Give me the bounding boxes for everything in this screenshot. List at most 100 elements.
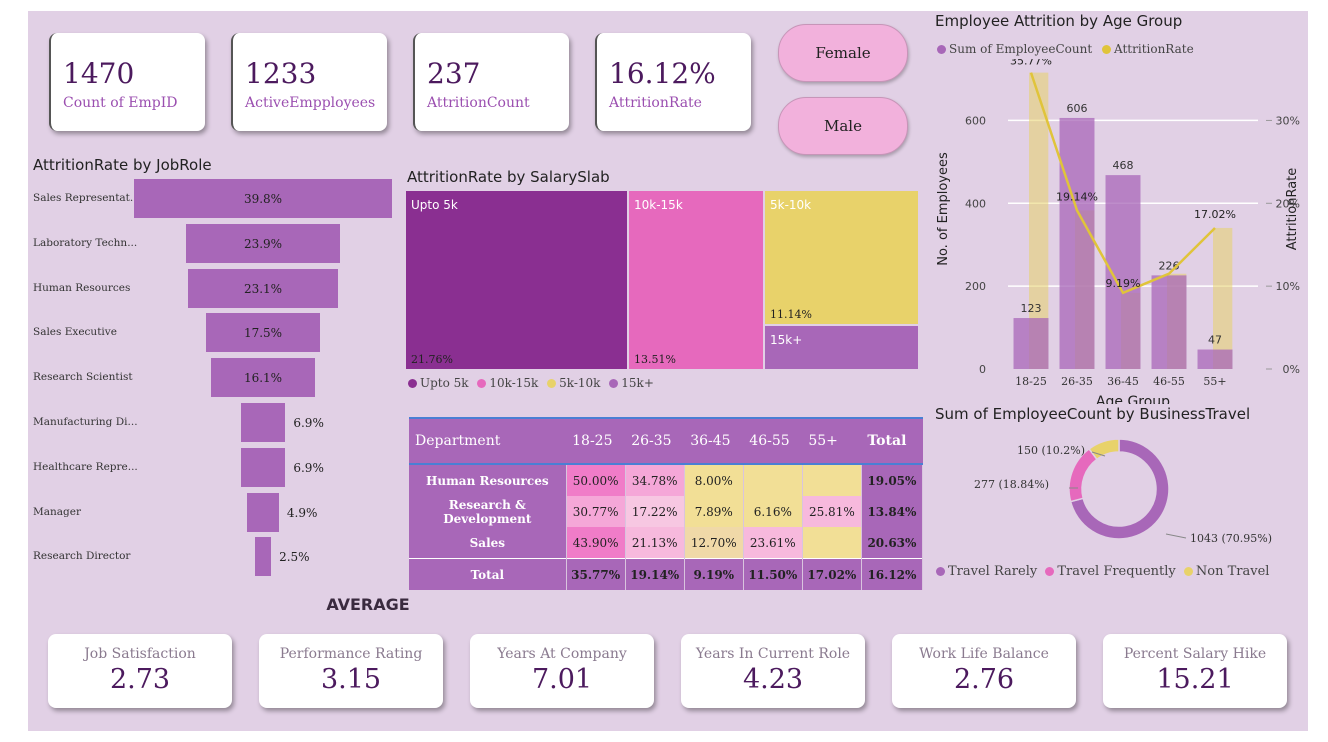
matrix-cell: 43.90%	[566, 527, 626, 559]
x-tick-label: 26-35	[1061, 375, 1093, 388]
treemap-tile-10k-15k[interactable]: 10k-15k 13.51%	[629, 191, 763, 369]
matrix-column-header[interactable]: 55+	[802, 417, 862, 465]
treemap-tile-15k-plus[interactable]: 15k+	[765, 326, 918, 369]
matrix-row-header: Total	[409, 558, 567, 590]
legend-item[interactable]: 5k-10k	[547, 376, 600, 390]
avg-label: Years At Company	[497, 646, 627, 662]
donut-data-label: 277 (18.84%)	[974, 478, 1049, 491]
avg-value: 15.21	[1156, 664, 1234, 695]
y-axis-title: No. of Employees	[936, 152, 951, 266]
employee-count-bar	[1059, 117, 1095, 369]
funnel-category-label: Research Director	[33, 550, 131, 563]
funnel-bar[interactable]	[240, 447, 286, 487]
matrix-row: Sales 43.90% 21.13% 12.70% 23.61% 20.63%	[409, 527, 924, 559]
matrix-cell: 12.70%	[684, 527, 744, 559]
kpi-value: 1233	[245, 57, 317, 90]
funnel-value-label: 16.1%	[243, 371, 283, 386]
x-axis-title: Age Group	[1096, 394, 1170, 404]
legend-label: 5k-10k	[559, 376, 601, 390]
x-tick-label: 36-45	[1107, 375, 1139, 388]
funnel-category-label: Laboratory Techn...	[33, 236, 138, 249]
legend-dot-icon	[1045, 567, 1055, 576]
legend-dot-icon	[937, 45, 946, 54]
attrition-rate-bar	[1213, 227, 1233, 369]
donut-leader-line	[1165, 533, 1187, 539]
avg-label: Years In Current Role	[695, 646, 851, 662]
treemap-tile-5k-10k[interactable]: 5k-10k 11.14%	[765, 191, 918, 324]
department-age-matrix: Department 18-25 26-35 36-45 46-55 55+ T…	[409, 417, 924, 590]
funnel-bar[interactable]	[240, 403, 286, 442]
funnel-value-label: 6.9%	[293, 460, 324, 475]
avg-card-years-at-company: Years At Company 7.01	[470, 634, 654, 708]
attrition-rate-label: 35.77%	[1010, 59, 1052, 68]
matrix-row-total: 13.84%	[861, 496, 924, 527]
businesstravel-legend: Travel Rarely Travel Frequently Non Trav…	[936, 564, 1269, 579]
y-tick-label: 600	[965, 114, 986, 127]
salaryslab-treemap: Upto 5k 21.76% 10k-15k 13.51% 5k-10k 11.…	[406, 191, 918, 369]
legend-item[interactable]: Non Travel	[1183, 564, 1269, 579]
legend-item[interactable]: Travel Rarely	[936, 564, 1037, 579]
y2-tick-label: 0%	[1283, 363, 1300, 376]
funnel-category-label: Sales Representat...	[33, 192, 140, 204]
slicer-female-button[interactable]: Female	[778, 24, 908, 82]
employee-count-bar	[1151, 275, 1187, 369]
matrix-cell: 30.77%	[566, 496, 626, 527]
legend-item[interactable]: Sum of EmployeeCount	[937, 42, 1092, 56]
avg-value: 2.73	[109, 664, 171, 695]
avg-card-percent-salary-hike: Percent Salary Hike 15.21	[1103, 634, 1287, 708]
legend-label: Sum of EmployeeCount	[949, 42, 1093, 56]
y-tick-label: 400	[965, 197, 986, 210]
legend-item[interactable]: Upto 5k	[408, 376, 469, 390]
jobrole-funnel-chart: Sales Representat... 39.8% Laboratory Tech…	[28, 179, 408, 589]
kpi-label: AttritionRate	[609, 95, 702, 111]
legend-item[interactable]: 15k+	[609, 376, 654, 390]
donut-data-label: 1043 (70.95%)	[1190, 532, 1272, 545]
matrix-cell: 17.02%	[802, 558, 862, 590]
legend-label: 10k-15k	[489, 376, 539, 390]
x-tick-label: 18-25	[1015, 375, 1047, 388]
slicer-male-button[interactable]: Male	[778, 97, 908, 155]
funnel-category-label: Research Scientist	[33, 371, 133, 384]
legend-item[interactable]: Travel Frequently	[1045, 564, 1176, 579]
matrix-cell: 8.00%	[684, 464, 744, 496]
matrix-column-header[interactable]: 46-55	[743, 417, 803, 465]
employee-count-label: 123	[1021, 302, 1042, 315]
matrix-cell: 21.13%	[625, 527, 685, 559]
avg-card-job-satisfaction: Job Satisfaction 2.73	[48, 634, 232, 708]
treemap-tile-upto-5k[interactable]: Upto 5k 21.76%	[406, 191, 627, 369]
salaryslab-legend: Upto 5k 10k-15k 5k-10k 15k+	[408, 376, 654, 390]
agegroup-legend: Sum of EmployeeCount AttritionRate	[937, 42, 1194, 56]
treemap-tile-value: 13.51%	[634, 353, 676, 366]
businesstravel-donut-chart: 1043 (70.95%) 277 (18.84%) 150 (10.2%)	[974, 438, 1272, 545]
agegroup-combo-chart: 02004006000%10%20%30%12318-2560626-35468…	[936, 59, 1300, 404]
funnel-value-label: 23.9%	[243, 236, 283, 251]
matrix-cell: 25.81%	[802, 496, 862, 527]
kpi-value: 16.12%	[609, 57, 716, 90]
treemap-tile-label: 5k-10k	[770, 198, 812, 212]
funnel-bar[interactable]	[247, 492, 279, 532]
matrix-cell: 16.12%	[861, 558, 924, 590]
kpi-label: Count of EmpID	[63, 95, 178, 111]
matrix-column-header[interactable]: Total	[861, 417, 923, 465]
matrix-row: Research & Development 30.77% 17.22% 7.8…	[409, 496, 924, 527]
matrix-column-header[interactable]: 26-35	[625, 417, 685, 465]
avg-label: Percent Salary Hike	[1123, 646, 1267, 662]
matrix-header-row: Department 18-25 26-35 36-45 46-55 55+ T…	[409, 417, 923, 465]
matrix-cell: 6.16%	[743, 496, 803, 527]
legend-label: Upto 5k	[420, 376, 469, 390]
businesstravel-chart-title: Sum of EmployeeCount by BusinessTravel	[935, 405, 1251, 423]
salaryslab-chart-title: AttritionRate by SalarySlab	[407, 168, 610, 186]
matrix-column-header[interactable]: 36-45	[684, 417, 744, 465]
legend-item[interactable]: AttritionRate	[1102, 42, 1194, 56]
legend-item[interactable]: 10k-15k	[477, 376, 538, 390]
employee-count-bar	[1013, 318, 1049, 369]
legend-dot-icon	[609, 379, 619, 388]
matrix-column-header[interactable]: Department	[409, 417, 567, 465]
funnel-bar[interactable]	[254, 537, 272, 577]
employee-count-label: 47	[1208, 334, 1222, 347]
funnel-value-label: 2.5%	[279, 550, 310, 565]
matrix-column-header[interactable]: 18-25	[566, 417, 626, 465]
legend-dot-icon	[1102, 45, 1112, 54]
kpi-label: ActiveEmpployees	[245, 95, 376, 111]
legend-dot-icon	[408, 379, 417, 388]
